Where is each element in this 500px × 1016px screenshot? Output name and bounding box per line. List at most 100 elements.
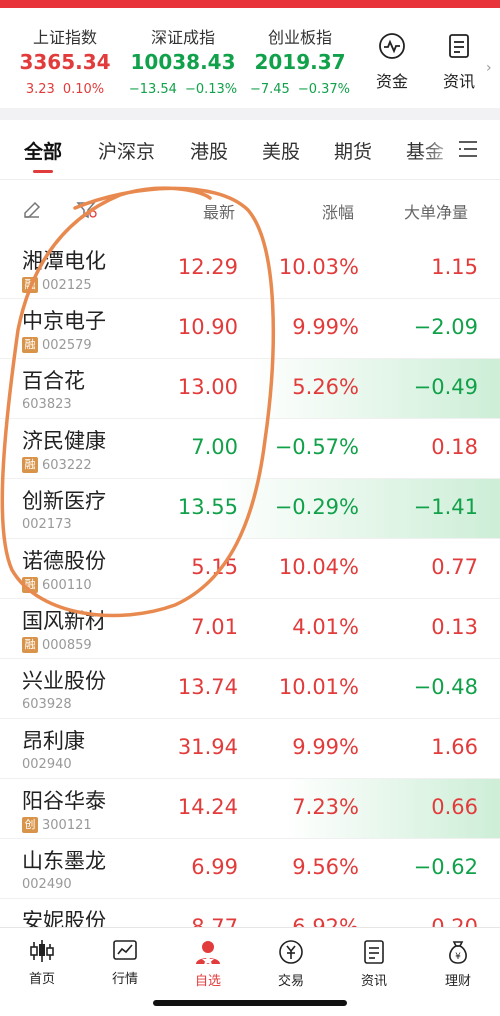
index-value: 3365.34 (19, 50, 111, 74)
stock-change-pct: 10.01% (278, 675, 359, 699)
margin-badge: 融 (22, 577, 38, 593)
index-shenzhen[interactable]: 深证成指 10038.43 −13.54 −0.13% (118, 8, 248, 108)
stock-row[interactable]: 创新医疗 002173 13.55 −0.29% −1.41 (0, 479, 500, 539)
stock-price: 12.29 (177, 255, 238, 279)
stock-code: 603928 (22, 697, 72, 712)
margin-badge: 融 (22, 637, 38, 653)
stock-change-pct: −0.29% (274, 495, 359, 519)
chevron-right-icon[interactable]: › (486, 60, 492, 76)
stock-name: 创新医疗 (22, 489, 106, 513)
stock-code: 创 300121 (22, 817, 92, 833)
col-latest[interactable]: 最新 (203, 199, 235, 223)
stock-code-text: 603823 (22, 397, 72, 412)
edit-icon[interactable] (22, 200, 42, 220)
stock-change-pct: 10.03% (278, 255, 359, 279)
nav-item[interactable]: 行情 (85, 938, 165, 987)
tab-a-shares[interactable]: 沪深京 (98, 137, 155, 164)
funds-button[interactable]: 资金 (367, 32, 417, 102)
nav-label: 行情 (111, 972, 138, 987)
stock-change-pct: 10.04% (278, 555, 359, 579)
stock-row[interactable]: 昂利康 002940 31.94 9.99% 1.66 (0, 719, 500, 779)
index-shanghai[interactable]: 上证指数 3365.34 3.23 0.10% (0, 8, 130, 108)
stock-change-pct: 9.56% (292, 855, 359, 879)
stock-change-pct: 5.26% (292, 375, 359, 399)
news-label: 资讯 (442, 72, 475, 91)
stock-price: 8.77 (191, 915, 238, 927)
col-net-flow[interactable]: 大单净量 (404, 199, 468, 223)
stock-price: 13.00 (177, 375, 238, 399)
nav-label: 资讯 (360, 974, 387, 989)
column-header: 最新 涨幅 大单净量 (0, 180, 500, 238)
index-name: 创业板指 (267, 28, 332, 47)
stock-name: 兴业股份 (22, 669, 106, 693)
stock-net-flow: 0.66 (431, 795, 478, 819)
tab-hk[interactable]: 港股 (190, 137, 228, 164)
nav-item[interactable]: 自选 (168, 938, 248, 989)
nav-item[interactable]: 首页 (2, 938, 82, 987)
menu-icon[interactable] (457, 138, 479, 160)
nav-label: 交易 (277, 974, 304, 989)
stock-code-text: 002125 (42, 277, 92, 293)
stock-net-flow: −2.09 (413, 315, 478, 339)
stock-row[interactable]: 山东墨龙 002490 6.99 9.56% −0.62 (0, 839, 500, 899)
stock-net-flow: −0.48 (413, 675, 478, 699)
stock-row[interactable]: 兴业股份 603928 13.74 10.01% −0.48 (0, 659, 500, 719)
stock-name: 安妮股份 (22, 909, 106, 927)
tab-all[interactable]: 全部 (24, 137, 62, 164)
stock-net-flow: 0.77 (431, 555, 478, 579)
stock-row[interactable]: 湘潭电化融 002125 12.29 10.03% 1.15 (0, 239, 500, 299)
margin-badge: 融 (22, 277, 38, 293)
stock-code: 融 002579 (22, 337, 92, 353)
stock-name: 山东墨龙 (22, 849, 106, 873)
nav-item[interactable]: ¥ 理财 (418, 938, 498, 989)
stock-price: 13.55 (177, 495, 238, 519)
stock-price: 7.01 (191, 615, 238, 639)
nav-label: 理财 (444, 974, 471, 989)
stock-code-text: 002579 (42, 337, 92, 353)
stock-price: 7.00 (191, 435, 238, 459)
stock-change-pct: −0.57% (274, 435, 359, 459)
index-name: 深证成指 (150, 28, 215, 47)
stock-row[interactable]: 阳谷华泰创 300121 14.24 7.23% 0.66 (0, 779, 500, 839)
filter-icon[interactable] (76, 200, 98, 220)
stock-name: 济民健康 (22, 429, 106, 453)
index-value: 10038.43 (130, 50, 236, 74)
nav-item[interactable]: 资讯 (334, 938, 414, 989)
stock-code-text: 000859 (42, 637, 92, 653)
tab-futures[interactable]: 期货 (334, 137, 372, 164)
margin-badge: 创 (22, 817, 38, 833)
index-change: −7.45 −0.37% (249, 82, 351, 97)
index-chinext[interactable]: 创业板指 2019.37 −7.45 −0.37% (235, 8, 365, 108)
home-indicator[interactable] (153, 1000, 347, 1006)
stock-change-pct: 9.99% (292, 315, 359, 339)
index-value: 2019.37 (254, 50, 346, 74)
stock-change-pct: 6.92% (292, 915, 359, 927)
stock-code-text: 300121 (42, 817, 92, 833)
pulse-circle-icon (379, 33, 405, 59)
nav-label: 首页 (28, 972, 55, 987)
stock-row[interactable]: 安妮股份 8.77 6.92% 0.20 (0, 899, 500, 927)
stock-change-pct: 9.99% (292, 735, 359, 759)
stock-row[interactable]: 中京电子融 002579 10.90 9.99% −2.09 (0, 299, 500, 359)
stock-name: 百合花 (22, 369, 85, 393)
stock-price: 10.90 (177, 315, 238, 339)
stock-code-text: 002490 (22, 877, 72, 892)
index-change: 3.23 0.10% (25, 82, 105, 97)
section-divider (0, 108, 500, 120)
stock-code-text: 600110 (42, 577, 92, 593)
stock-net-flow: −1.41 (413, 495, 478, 519)
stock-row[interactable]: 国风新材融 000859 7.01 4.01% 0.13 (0, 599, 500, 659)
stock-row[interactable]: 诺德股份融 600110 5.15 10.04% 0.77 (0, 539, 500, 599)
col-change-pct[interactable]: 涨幅 (322, 199, 354, 223)
stock-price: 6.99 (191, 855, 238, 879)
nav-item[interactable]: 交易 (251, 938, 331, 989)
stock-code: 002940 (22, 757, 72, 772)
tab-us[interactable]: 美股 (262, 137, 300, 164)
news-button[interactable]: 资讯 (434, 32, 484, 102)
stock-row[interactable]: 济民健康融 603222 7.00 −0.57% 0.18 (0, 419, 500, 479)
index-header: 上证指数 3365.34 3.23 0.10% 深证成指 10038.43 −13… (0, 8, 500, 108)
stock-name: 阳谷华泰 (22, 789, 106, 813)
stock-row[interactable]: 百合花 603823 13.00 5.26% −0.49 (0, 359, 500, 419)
stock-price: 13.74 (177, 675, 238, 699)
stock-name: 中京电子 (22, 309, 106, 333)
